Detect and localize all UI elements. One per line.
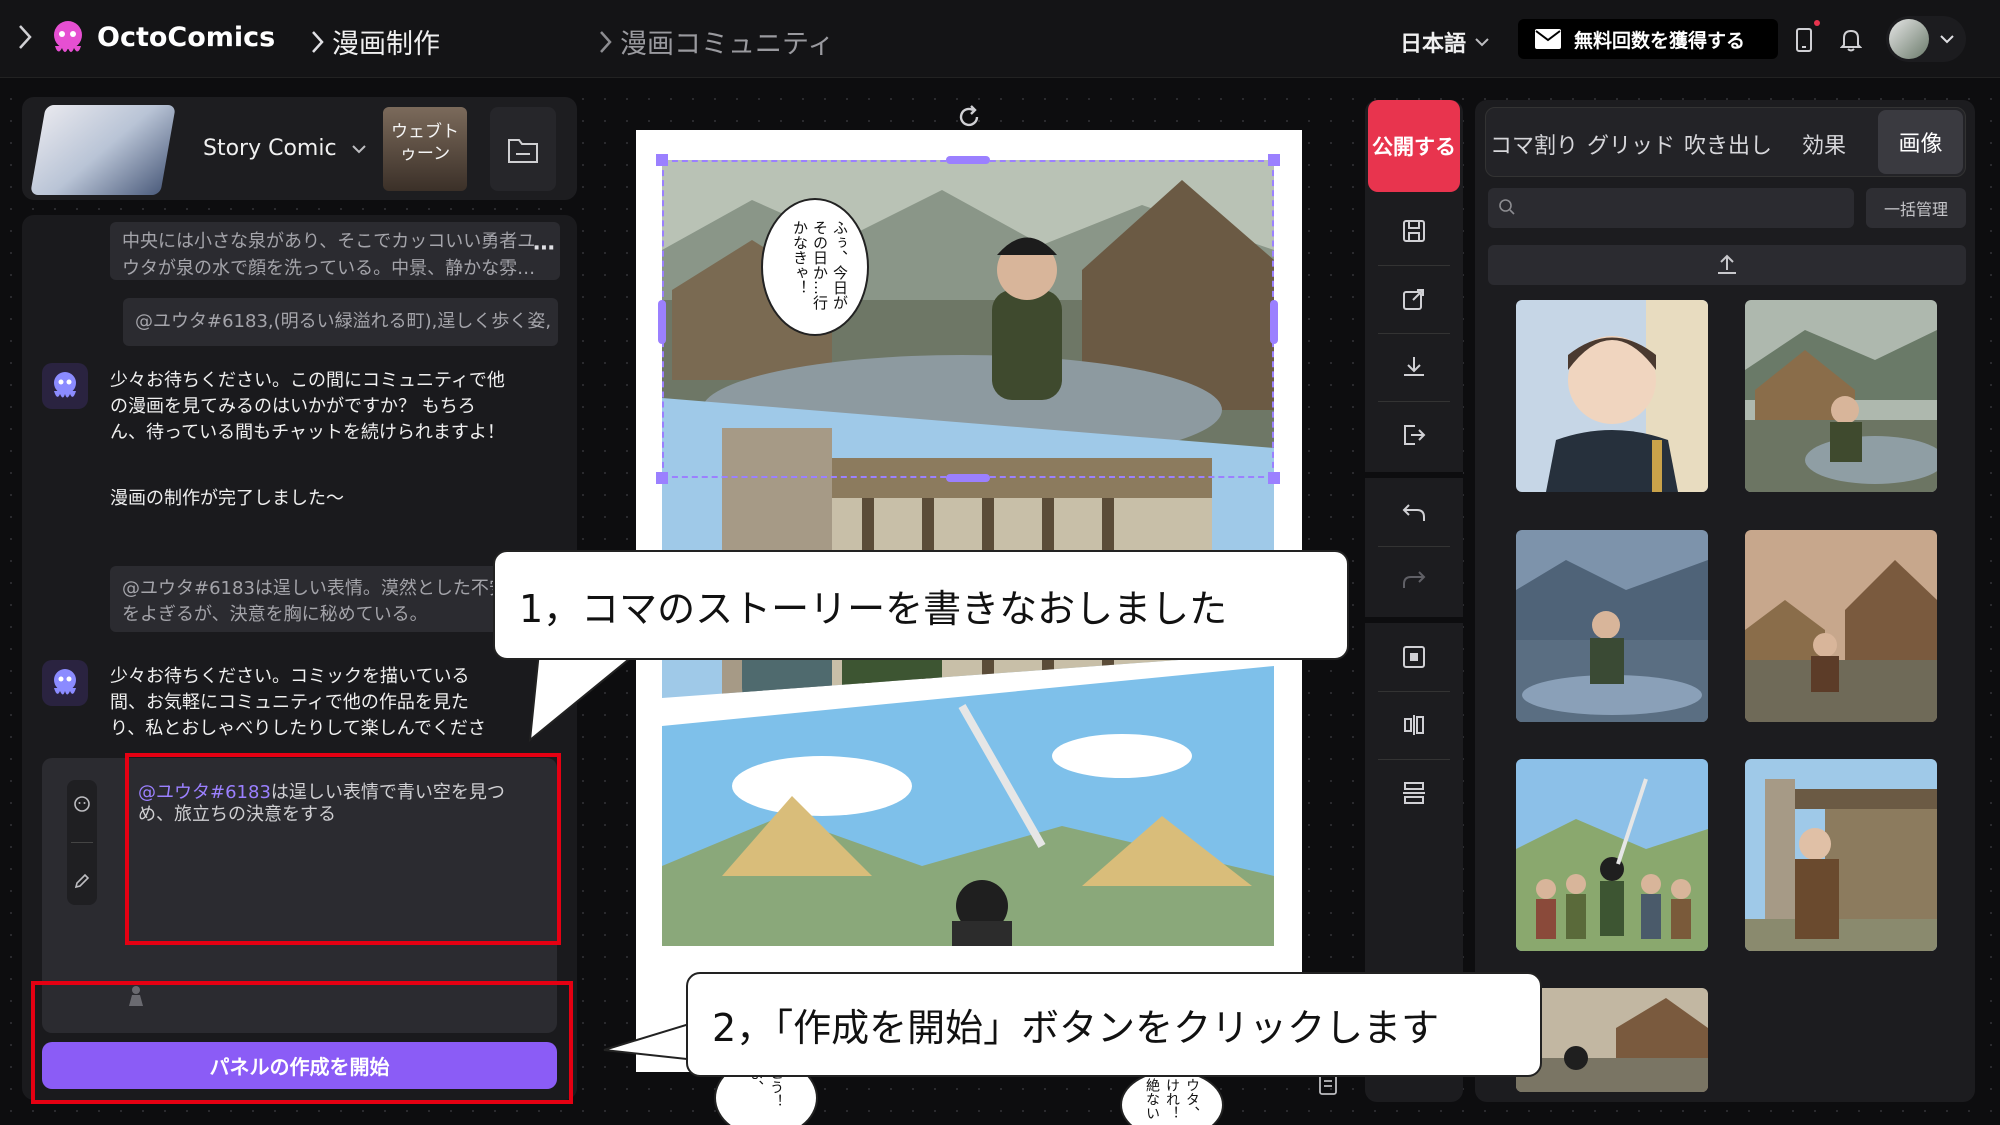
folder-icon xyxy=(508,139,538,163)
bot-message-done: 漫画の制作が完了しました～ xyxy=(110,488,344,509)
panel-selection-box xyxy=(662,160,1274,478)
undo-icon[interactable] xyxy=(1365,480,1463,546)
annotation-box-button xyxy=(31,981,573,1104)
upload-icon xyxy=(1718,254,1736,274)
character-style-thumbnail[interactable]: ウェブトゥーン xyxy=(383,107,467,191)
annotation-box-input xyxy=(125,753,561,945)
frame-select-icon[interactable] xyxy=(1365,624,1463,690)
selection-handle-br[interactable] xyxy=(1268,472,1280,484)
story-comic-cover-thumbnail[interactable] xyxy=(30,105,176,195)
bot-message-2: 少々お待ちください。コミックを描いている間、お気軽にコミュニティで他の作品を見た… xyxy=(110,664,500,740)
nav-comic-community-label: 漫画コミュニティ xyxy=(620,29,835,60)
chevron-down-icon xyxy=(1940,35,1954,44)
user-message-2-text: @ユウタ#6183,(明るい緑溢れる町),逞しく歩く姿, xyxy=(135,311,552,332)
tab-images[interactable]: 画像 xyxy=(1878,110,1963,174)
story-mode-dropdown[interactable]: Story Comic xyxy=(203,136,367,161)
upload-image-button[interactable] xyxy=(1488,245,1966,285)
mail-icon xyxy=(1535,29,1561,49)
character-style-label: ウェブトゥーン xyxy=(391,122,459,164)
gallery-image-village-spring[interactable] xyxy=(1745,300,1937,492)
bulk-manage-button[interactable]: 一括管理 xyxy=(1866,188,1966,228)
chevron-down-icon xyxy=(1475,38,1489,47)
emoji-icon[interactable] xyxy=(73,795,91,813)
octopus-bot-icon xyxy=(54,669,76,695)
selection-handle-tl[interactable] xyxy=(656,154,668,166)
align-vertical-icon[interactable] xyxy=(1365,692,1463,758)
notification-dot xyxy=(1814,20,1820,26)
speech-bubble-bottom-right[interactable]: ウタ、けれ！絶ない xyxy=(1120,1070,1224,1125)
gallery-image-portrait[interactable] xyxy=(1516,300,1708,492)
bot-avatar xyxy=(42,363,88,409)
nav-comic-creation-label: 漫画制作 xyxy=(332,29,440,60)
toolbar-gap xyxy=(1365,617,1463,623)
selection-handle-tr[interactable] xyxy=(1268,154,1280,166)
exit-icon[interactable] xyxy=(1365,402,1463,468)
app-logo-text[interactable]: OctoComics xyxy=(97,22,275,53)
toolbar-gap xyxy=(1365,472,1463,478)
expand-chevron-icon[interactable] xyxy=(16,22,34,59)
gallery-image-village-sitting[interactable] xyxy=(1745,530,1937,722)
download-icon[interactable] xyxy=(1365,334,1463,400)
nav-comic-creation[interactable]: 漫画制作 xyxy=(310,22,440,61)
align-horizontal-icon[interactable] xyxy=(1365,760,1463,826)
user-message-2: @ユウタ#6183,(明るい緑溢れる町),逞しく歩く姿, xyxy=(123,298,558,346)
tab-effects[interactable]: 効果 xyxy=(1802,128,1846,160)
user-message-1-text: 中央には小さな泉があり、そこでカッコいい勇者ユウタが泉の水で顔を洗っている。中景… xyxy=(122,231,536,279)
selection-handle-right[interactable] xyxy=(1270,300,1278,344)
language-label: 日本語 xyxy=(1400,32,1467,57)
more-options-icon[interactable]: ⋯ xyxy=(533,236,555,261)
tab-speech-bubbles[interactable]: 吹き出し xyxy=(1684,128,1772,160)
earn-free-credits-button[interactable]: 無料回数を獲得する xyxy=(1518,19,1778,59)
selection-handle-top[interactable] xyxy=(946,156,990,164)
callout-step-1-text: 1，コマのストーリーを書きなおしました xyxy=(519,586,1228,631)
gallery-search-input[interactable] xyxy=(1488,188,1854,228)
bot-avatar-2 xyxy=(42,660,88,706)
tab-panel-layout[interactable]: コマ割り xyxy=(1490,128,1578,160)
chevron-down-icon xyxy=(351,144,366,153)
bot-message-2-text: 少々お待ちください。コミックを描いている間、お気軽にコミュニティで他の作品を見た… xyxy=(110,666,486,739)
gallery-image-gate-traveler[interactable] xyxy=(1745,759,1937,951)
callout-2-tail xyxy=(603,1020,696,1062)
publish-button[interactable]: 公開する xyxy=(1368,100,1460,192)
callout-step-2-text: 2，「作成を開始」ボタンをクリックします xyxy=(712,1006,1440,1050)
tab-grid[interactable]: グリッド xyxy=(1587,128,1675,160)
gallery-image-village-partial[interactable] xyxy=(1516,988,1708,1092)
mobile-device-icon[interactable] xyxy=(1790,24,1818,56)
user-message-1: 中央には小さな泉があり、そこでカッコいい勇者ユウタが泉の水で顔を洗っている。中景… xyxy=(110,222,560,280)
save-icon[interactable] xyxy=(1365,198,1463,264)
user-message-3-text: @ユウタ#6183は逞しい表情。漠然とした不安が胸をよぎるが、決意を胸に秘めてい… xyxy=(122,578,543,625)
redo-icon[interactable] xyxy=(1365,547,1463,613)
octocomics-logo-icon[interactable] xyxy=(48,18,88,62)
speech-bubble-bottom-right-text: ウタ、けれ！絶ない xyxy=(1144,1078,1200,1120)
user-menu[interactable] xyxy=(1886,16,1966,62)
input-tools xyxy=(67,780,97,905)
bell-icon[interactable] xyxy=(1836,24,1866,56)
earn-free-credits-label: 無料回数を獲得する xyxy=(1574,29,1746,52)
gallery-image-crowd-sword[interactable] xyxy=(1516,759,1708,951)
story-mode-label: Story Comic xyxy=(203,136,337,161)
search-icon xyxy=(1499,199,1515,215)
bot-message-1: 少々お待ちください。この間にコミュニティで他の漫画を見てみるのはいかがですか？ … xyxy=(110,368,510,446)
octopus-bot-icon xyxy=(54,372,76,398)
share-export-icon[interactable] xyxy=(1365,266,1463,332)
comic-panel-3[interactable] xyxy=(662,666,1274,946)
folder-button[interactable] xyxy=(490,107,556,191)
selection-handle-bl[interactable] xyxy=(656,472,668,484)
callout-step-2: 2，「作成を開始」ボタンをクリックします xyxy=(686,972,1542,1077)
callout-step-1: 1，コマのストーリーを書きなおしました xyxy=(493,550,1349,660)
nav-comic-community[interactable]: 漫画コミュニティ xyxy=(598,22,834,61)
gallery-image-misty-spring[interactable] xyxy=(1516,530,1708,722)
selection-handle-bottom[interactable] xyxy=(946,474,990,482)
selection-handle-left[interactable] xyxy=(658,300,666,344)
avatar xyxy=(1889,19,1929,59)
edit-pencil-icon[interactable] xyxy=(73,872,91,890)
language-selector[interactable]: 日本語 xyxy=(1400,26,1490,58)
bot-message-1-text: 少々お待ちください。この間にコミュニティで他の漫画を見てみるのはいかがですか？ … xyxy=(110,370,505,443)
